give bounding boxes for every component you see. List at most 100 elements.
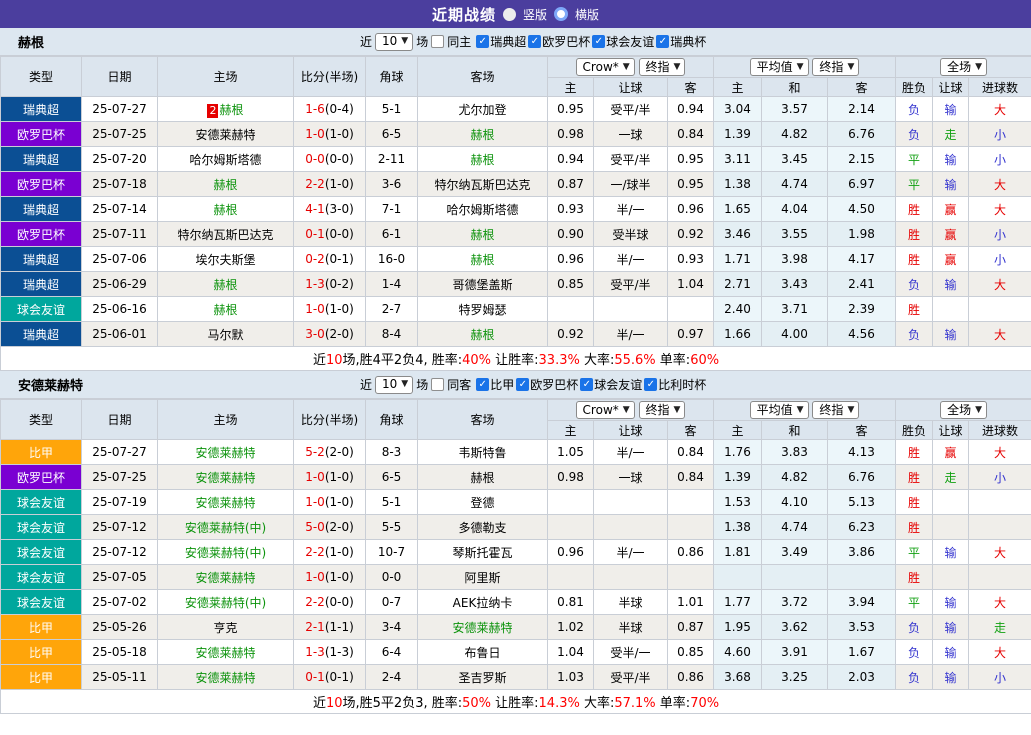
home-team-cell: 安德莱赫特: [158, 122, 294, 147]
same-venue-checkbox[interactable]: [431, 378, 444, 391]
fulltime-score: 1-0: [305, 570, 325, 584]
league-filter-item[interactable]: ✓瑞典杯: [656, 33, 706, 50]
odds-final-select[interactable]: 终指▼: [639, 58, 686, 76]
odds-source-select[interactable]: Crow*▼: [576, 401, 635, 419]
match-row: 比甲25-07-27安德莱赫特5-2(2-0)8-3韦斯特鲁1.05半/一0.8…: [1, 440, 1031, 465]
date-cell: 25-05-18: [82, 640, 158, 665]
odds-away-cell: 0.97: [668, 322, 714, 347]
home-team-cell: 亨克: [158, 615, 294, 640]
halftime-score: (0-1): [325, 670, 354, 684]
checkbox-checked-icon[interactable]: ✓: [516, 378, 529, 391]
radio-horizontal-layout[interactable]: [554, 7, 568, 21]
average-final-select[interactable]: 终指▼: [812, 401, 859, 419]
result-goals-cell: 小: [969, 665, 1031, 690]
result-goals-cell: 小: [969, 247, 1031, 272]
halftime-score: (1-0): [325, 302, 354, 316]
odds-away-cell: [668, 490, 714, 515]
average-final-select[interactable]: 终指▼: [812, 58, 859, 76]
halftime-score: (0-0): [325, 152, 354, 166]
result-value: 胜: [908, 203, 920, 217]
result-handicap-cell: 输: [933, 97, 969, 122]
result-handicap-cell: [933, 565, 969, 590]
league-filter-label[interactable]: 比利时杯: [658, 376, 706, 393]
match-count-select[interactable]: 10▼: [375, 376, 413, 394]
sub-header-result-handicap: 让球: [933, 78, 969, 97]
odds-away-cell: 1.01: [668, 590, 714, 615]
result-value: 输: [945, 278, 957, 292]
avg-draw-cell: 3.91: [762, 640, 828, 665]
away-team-cell: 布鲁日: [418, 640, 548, 665]
away-team-cell: 特罗姆瑟: [418, 297, 548, 322]
result-handicap-cell: [933, 515, 969, 540]
checkbox-checked-icon[interactable]: ✓: [476, 378, 489, 391]
league-filter-label[interactable]: 瑞典杯: [670, 33, 706, 50]
odds-home-cell: 0.98: [548, 465, 594, 490]
summary-segment: 60%: [690, 353, 719, 368]
handicap-cell: 受平/半: [594, 97, 668, 122]
result-handicap-cell: 走: [933, 122, 969, 147]
league-filter-item[interactable]: ✓欧罗巴杯: [528, 33, 590, 50]
league-filter-label[interactable]: 欧罗巴杯: [530, 376, 578, 393]
avg-away-cell: 1.67: [828, 640, 896, 665]
odds-home-cell: [548, 297, 594, 322]
checkbox-checked-icon[interactable]: ✓: [656, 35, 669, 48]
checkbox-checked-icon[interactable]: ✓: [476, 35, 489, 48]
sub-header-odds-home: 主: [548, 78, 594, 97]
col-header-away: 客场: [418, 400, 548, 440]
avg-away-cell: 3.53: [828, 615, 896, 640]
result-value: 输: [945, 328, 957, 342]
home-team: 埃尔夫斯堡: [195, 253, 255, 267]
league-filter-item[interactable]: ✓比利时杯: [644, 376, 706, 393]
league-filter-item[interactable]: ✓比甲: [476, 376, 514, 393]
odds-away-cell: 0.84: [668, 440, 714, 465]
home-team-cell: 安德莱赫特(中): [158, 515, 294, 540]
same-venue-label[interactable]: 同客: [447, 376, 471, 393]
league-filter-label[interactable]: 欧罗巴杯: [542, 33, 590, 50]
avg-away-cell: 2.15: [828, 147, 896, 172]
league-filter-item[interactable]: ✓球会友谊: [580, 376, 642, 393]
result-value: 输: [945, 596, 957, 610]
odds-source-select[interactable]: Crow*▼: [576, 58, 635, 76]
home-team-cell: 安德莱赫特(中): [158, 590, 294, 615]
average-select[interactable]: 平均值▼: [750, 401, 809, 419]
handicap-cell: 半/一: [594, 322, 668, 347]
league-filter-label[interactable]: 瑞典超: [490, 33, 526, 50]
col-header-date: 日期: [82, 57, 158, 97]
odds-final-select[interactable]: 终指▼: [639, 401, 686, 419]
summary-segment: 14.3%: [539, 696, 580, 711]
result-value: 胜: [908, 303, 920, 317]
home-team-cell: 赫根: [158, 197, 294, 222]
match-count-select[interactable]: 10▼: [375, 33, 413, 51]
full-match-select[interactable]: 全场▼: [940, 58, 987, 76]
radio-vertical-layout[interactable]: [503, 8, 516, 21]
average-select[interactable]: 平均值▼: [750, 58, 809, 76]
avg-away-cell: 4.17: [828, 247, 896, 272]
sub-header-avg-home: 主: [714, 421, 762, 440]
league-filter-label[interactable]: 球会友谊: [606, 33, 654, 50]
match-row: 瑞典超25-07-20哈尔姆斯塔德0-0(0-0)2-11赫根0.94受平/半0…: [1, 147, 1031, 172]
league-filter-label[interactable]: 球会友谊: [594, 376, 642, 393]
avg-home-cell: 1.76: [714, 440, 762, 465]
league-filter-item[interactable]: ✓瑞典超: [476, 33, 526, 50]
checkbox-checked-icon[interactable]: ✓: [592, 35, 605, 48]
radio-horizontal-label[interactable]: 横版: [575, 6, 599, 23]
full-match-select[interactable]: 全场▼: [940, 401, 987, 419]
avg-draw-cell: 4.00: [762, 322, 828, 347]
checkbox-checked-icon[interactable]: ✓: [528, 35, 541, 48]
checkbox-checked-icon[interactable]: ✓: [580, 378, 593, 391]
date-cell: 25-05-26: [82, 615, 158, 640]
league-filter-item[interactable]: ✓球会友谊: [592, 33, 654, 50]
corner-cell: 5-1: [366, 97, 418, 122]
league-filter-label[interactable]: 比甲: [490, 376, 514, 393]
same-venue-label[interactable]: 同主: [447, 33, 471, 50]
radio-vertical-label[interactable]: 竖版: [523, 6, 547, 23]
result-value: 负: [908, 646, 920, 660]
home-team-cell: 赫根: [158, 272, 294, 297]
title-bar: 近期战绩 竖版 横版: [0, 0, 1031, 28]
same-venue-checkbox[interactable]: [431, 35, 444, 48]
checkbox-checked-icon[interactable]: ✓: [644, 378, 657, 391]
league-filter-item[interactable]: ✓欧罗巴杯: [516, 376, 578, 393]
result-handicap-cell: 输: [933, 665, 969, 690]
fulltime-score: 1-0: [305, 495, 325, 509]
corner-cell: 10-7: [366, 540, 418, 565]
